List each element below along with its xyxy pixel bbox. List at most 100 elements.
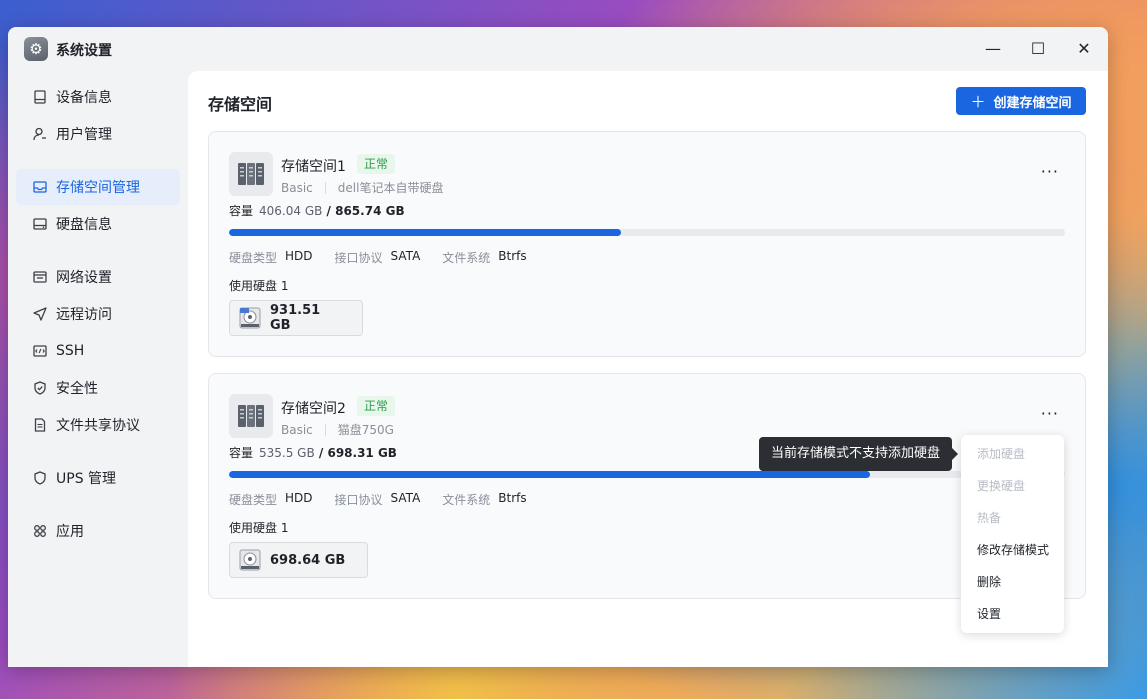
- server-rack-icon: [229, 152, 273, 196]
- apps-icon: [32, 523, 48, 539]
- sidebar-item-label: 设备信息: [56, 90, 112, 106]
- pool-subtitle: Basic 猫盘750G: [281, 421, 394, 438]
- maximize-button[interactable]: ☐: [1027, 38, 1049, 60]
- minimize-button[interactable]: —: [982, 38, 1004, 60]
- sidebar-item-storage[interactable]: 存储空间管理: [16, 169, 180, 205]
- plus-icon: ＋: [970, 92, 986, 111]
- pool-properties: 硬盘类型 HDD 接口协议 SATA 文件系统 Btrfs: [229, 491, 549, 508]
- status-badge: 正常: [357, 154, 396, 174]
- disk-type-value: HDD: [285, 249, 313, 263]
- sidebar-item-label: 安全性: [56, 381, 98, 397]
- shield-icon: [32, 380, 48, 396]
- sidebar-item-label: 网络设置: [56, 270, 112, 286]
- context-menu: 添加硬盘 更换硬盘 热备 修改存储模式 删除 设置: [961, 435, 1064, 633]
- sidebar-item-ssh[interactable]: SSH: [16, 333, 180, 369]
- sidebar-item-label: 应用: [56, 524, 84, 540]
- sidebar-item-label: 硬盘信息: [56, 217, 112, 233]
- capacity: 容量 406.04 GB / 865.74 GB: [229, 202, 405, 219]
- create-storage-button[interactable]: ＋ 创建存储空间: [956, 87, 1086, 115]
- pool-description: dell笔记本自带硬盘: [337, 181, 444, 195]
- interface-label: 接口协议: [334, 493, 383, 507]
- capacity-used: 535.5 GB: [259, 446, 315, 460]
- capacity-total: 865.74 GB: [335, 204, 405, 218]
- hdd-icon: [238, 548, 262, 572]
- usage-bar-fill: [229, 471, 871, 478]
- menu-item-delete[interactable]: 删除: [961, 566, 1064, 598]
- capacity-label: 容量: [229, 204, 254, 218]
- disk-type-label: 硬盘类型: [229, 251, 278, 265]
- capacity-slash: /: [314, 446, 328, 460]
- sidebar-item-label: UPS 管理: [56, 471, 117, 487]
- capacity-total: 698.31 GB: [327, 446, 397, 460]
- menu-item-hot-spare[interactable]: 热备: [961, 502, 1064, 534]
- pool-name: 存储空间1: [281, 159, 346, 175]
- create-storage-label: 创建存储空间: [993, 95, 1072, 111]
- sidebar-item-label: 远程访问: [56, 307, 112, 323]
- sidebar-item-label: 用户管理: [56, 127, 112, 143]
- sidebar-item-apps[interactable]: 应用: [16, 513, 180, 549]
- interface-value: SATA: [390, 249, 421, 263]
- disk-size: 931.51 GB: [270, 303, 321, 333]
- pool-subtitle: Basic dell笔记本自带硬盘: [281, 179, 443, 196]
- pool-name: 存储空间2: [281, 401, 346, 417]
- disk-chip[interactable]: 698.64 GB: [229, 542, 368, 578]
- usage-bar: [229, 471, 1065, 478]
- sidebar-item-ups[interactable]: UPS 管理: [16, 460, 180, 496]
- filesystem-label: 文件系统: [442, 493, 491, 507]
- capacity-used: 406.04 GB: [259, 204, 323, 218]
- network-icon: [32, 269, 48, 285]
- gear-icon: ⚙: [24, 37, 48, 61]
- sidebar-item-file-sharing[interactable]: 文件共享协议: [16, 407, 180, 443]
- disk-size: 698.64 GB: [270, 552, 346, 568]
- storage-pool-card: 存储空间1 正常 Basic dell笔记本自带硬盘 ··· 容量 406.04 …: [208, 131, 1086, 357]
- capacity-slash: /: [322, 204, 336, 218]
- interface-value: SATA: [390, 491, 421, 505]
- sidebar: 设备信息 用户管理 存储空间管理 硬盘信息 网络设置 远程访问 SSH 安全性: [8, 71, 188, 667]
- filesystem-value: Btrfs: [498, 249, 527, 263]
- usage-bar: [229, 229, 1065, 236]
- capacity: 容量 535.5 GB / 698.31 GB: [229, 444, 397, 461]
- status-badge: 正常: [357, 396, 396, 416]
- server-rack-icon: [229, 394, 273, 438]
- capacity-label: 容量: [229, 446, 254, 460]
- sidebar-item-disk-info[interactable]: 硬盘信息: [16, 206, 180, 242]
- disk-type-label: 硬盘类型: [229, 493, 278, 507]
- more-options-icon[interactable]: ···: [1041, 162, 1059, 181]
- disks-used-label: 使用硬盘 1: [229, 279, 289, 293]
- storage-pool-card: 存储空间2 正常 Basic 猫盘750G ··· 容量 535.5 GB / 6…: [208, 373, 1086, 599]
- menu-item-settings[interactable]: 设置: [961, 598, 1064, 630]
- sidebar-item-label: SSH: [56, 343, 85, 359]
- more-options-icon[interactable]: ···: [1041, 404, 1059, 423]
- storage-icon: [32, 179, 48, 195]
- sidebar-item-label: 文件共享协议: [56, 418, 140, 434]
- device-icon: [32, 89, 48, 105]
- disks-used-label: 使用硬盘 1: [229, 521, 289, 535]
- sidebar-item-label: 存储空间管理: [56, 180, 140, 196]
- close-button[interactable]: ✕: [1073, 38, 1095, 60]
- sidebar-item-remote-access[interactable]: 远程访问: [16, 296, 180, 332]
- pool-mode: Basic: [281, 180, 313, 195]
- remote-icon: [32, 306, 48, 322]
- menu-item-add-disk[interactable]: 添加硬盘: [961, 438, 1064, 470]
- settings-window: ⚙ 系统设置 — ☐ ✕ 设备信息 用户管理 存储空间管理 硬盘信息 网络设置 …: [8, 27, 1108, 667]
- disk-chip[interactable]: 931.51 GB: [229, 300, 363, 336]
- sidebar-item-device-info[interactable]: 设备信息: [16, 79, 180, 115]
- window-title: 系统设置: [56, 43, 112, 59]
- divider: [324, 423, 326, 436]
- sidebar-item-security[interactable]: 安全性: [16, 370, 180, 406]
- ssh-icon: [32, 343, 48, 359]
- disk-icon: [32, 216, 48, 232]
- filesystem-label: 文件系统: [442, 251, 491, 265]
- sidebar-item-users[interactable]: 用户管理: [16, 116, 180, 152]
- pool-properties: 硬盘类型 HDD 接口协议 SATA 文件系统 Btrfs: [229, 249, 549, 266]
- disk-type-value: HDD: [285, 491, 313, 505]
- sidebar-item-network[interactable]: 网络设置: [16, 259, 180, 295]
- menu-item-replace-disk[interactable]: 更换硬盘: [961, 470, 1064, 502]
- menu-item-change-storage-mode[interactable]: 修改存储模式: [961, 534, 1064, 566]
- tooltip: 当前存储模式不支持添加硬盘: [759, 437, 959, 471]
- hdd-icon: [238, 306, 262, 330]
- ups-icon: [32, 470, 48, 486]
- interface-label: 接口协议: [334, 251, 383, 265]
- pool-description: 猫盘750G: [337, 423, 394, 437]
- pool-mode: Basic: [281, 422, 313, 437]
